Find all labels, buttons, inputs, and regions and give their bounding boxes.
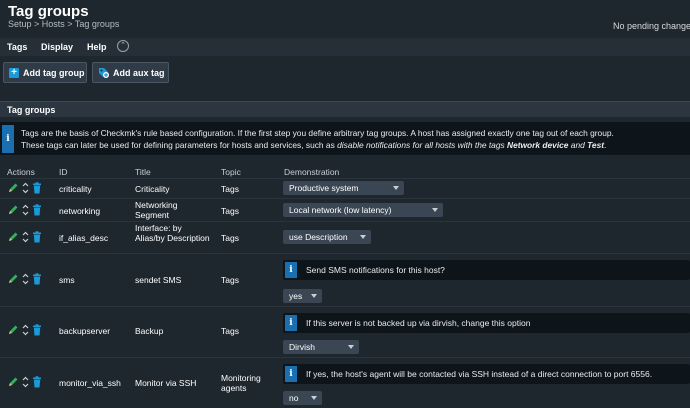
section-header: Tag groups — [0, 101, 690, 117]
chevron-down-icon — [432, 208, 438, 212]
help-box: i If yes, the host's agent will be conta… — [283, 364, 690, 384]
row-separator — [0, 178, 690, 179]
plus-icon: + — [9, 67, 19, 78]
pending-changes-status[interactable]: No pending change — [613, 21, 690, 31]
menu-bar: Tags Display Help ⌃ — [0, 38, 690, 56]
tag-group-id: monitor_via_ssh — [59, 378, 121, 388]
chevron-down-icon — [360, 235, 366, 239]
edit-icon[interactable] — [7, 376, 19, 388]
delete-icon[interactable] — [32, 324, 42, 336]
title-bar: Tag groups Setup > Hosts > Tag groups No… — [0, 0, 690, 38]
column-header-actions: Actions — [7, 167, 35, 177]
tag-group-title: Networking Segment — [135, 200, 178, 220]
demo-select[interactable]: yes — [283, 289, 322, 303]
edit-icon[interactable] — [7, 231, 19, 243]
tag-group-topic: Tags — [221, 233, 239, 243]
column-header-demonstration: Demonstration — [284, 167, 340, 177]
demo-select[interactable]: no — [283, 391, 322, 405]
edit-icon[interactable] — [7, 324, 19, 336]
breadcrumb[interactable]: Setup > Hosts > Tag groups — [8, 19, 119, 29]
column-header-title: Title — [135, 167, 151, 177]
tag-group-topic: Tags — [221, 184, 239, 194]
page-title: Tag groups — [8, 3, 89, 20]
move-icon[interactable] — [22, 204, 29, 216]
chevron-down-icon — [393, 186, 399, 190]
info-box: i Tags are the basis of Checkmk's rule b… — [0, 122, 690, 155]
edit-icon[interactable] — [7, 273, 19, 285]
info-icon: i — [285, 262, 297, 278]
demo-select[interactable]: Dirvish — [283, 340, 359, 354]
move-icon[interactable] — [22, 376, 29, 388]
demo-select[interactable]: use Description — [283, 230, 371, 244]
move-icon[interactable] — [22, 182, 29, 194]
tag-group-id: if_alias_desc — [59, 233, 109, 243]
help-box: i Send SMS notifications for this host? — [283, 260, 690, 280]
column-header-id: ID — [59, 167, 68, 177]
demo-select[interactable]: Local network (low latency) — [283, 203, 443, 217]
tag-add-icon — [98, 67, 109, 78]
tag-group-id: backupserver — [59, 326, 111, 336]
demo-select[interactable]: Productive system — [283, 181, 404, 195]
delete-icon[interactable] — [32, 204, 42, 216]
edit-icon[interactable] — [7, 182, 19, 194]
tag-group-topic: Tags — [221, 326, 239, 336]
info-icon: i — [2, 125, 14, 153]
edit-icon[interactable] — [7, 204, 19, 216]
delete-icon[interactable] — [32, 231, 42, 243]
tag-group-title: Monitor via SSH — [135, 378, 197, 388]
add-aux-tag-button[interactable]: Add aux tag — [92, 62, 169, 83]
move-icon[interactable] — [22, 231, 29, 243]
tag-group-topic: Tags — [221, 275, 239, 285]
tag-group-title: Interface: by Alias/by Description — [135, 223, 210, 243]
chevron-down-icon — [311, 396, 317, 400]
column-header-topic: Topic — [221, 167, 241, 177]
tag-group-title: sendet SMS — [135, 275, 182, 285]
add-tag-group-button[interactable]: + Add tag group — [3, 62, 87, 83]
menu-display[interactable]: Display — [41, 42, 73, 52]
tag-group-topic: Tags — [221, 206, 239, 216]
menu-help[interactable]: Help — [87, 42, 107, 52]
chevron-down-icon — [348, 345, 354, 349]
delete-icon[interactable] — [32, 273, 42, 285]
tag-group-topic: Monitoring agents — [221, 373, 261, 393]
info-icon: i — [285, 366, 297, 382]
move-icon[interactable] — [22, 324, 29, 336]
tag-group-title: Backup — [135, 326, 164, 336]
info-icon: i — [285, 315, 297, 331]
delete-icon[interactable] — [32, 182, 42, 194]
tag-group-title: Criticality — [135, 184, 170, 194]
help-box: i If this server is not backed up via di… — [283, 313, 690, 333]
tag-group-id: networking — [59, 206, 101, 216]
chevron-up-icon[interactable]: ⌃ — [117, 40, 129, 52]
tag-group-id: sms — [59, 275, 75, 285]
tag-group-id: criticality — [59, 184, 92, 194]
chevron-down-icon — [311, 294, 317, 298]
menu-tags[interactable]: Tags — [7, 42, 27, 52]
move-icon[interactable] — [22, 273, 29, 285]
delete-icon[interactable] — [32, 376, 42, 388]
